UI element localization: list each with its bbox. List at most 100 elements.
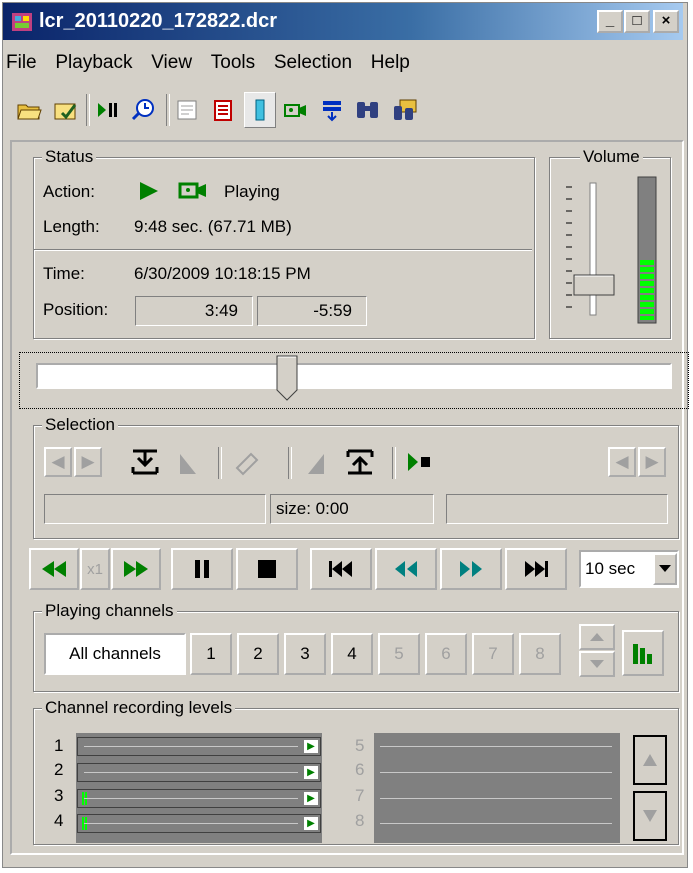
playing-channels-label: Playing channels xyxy=(42,601,177,621)
menu-tools[interactable]: Tools xyxy=(211,52,255,73)
play-selection-icon[interactable] xyxy=(405,448,435,481)
clock-search-icon[interactable] xyxy=(128,92,160,128)
channels-up-button[interactable] xyxy=(579,624,615,650)
stop-button[interactable] xyxy=(236,548,298,590)
menu-selection[interactable]: Selection xyxy=(274,52,352,73)
level-line-7 xyxy=(380,798,612,799)
menu-playback[interactable]: Playback xyxy=(55,52,132,73)
selection-next-button[interactable]: ▶ xyxy=(74,447,102,477)
level-channel-6-label: 6 xyxy=(355,760,365,779)
step-interval-value: 10 sec xyxy=(585,559,636,578)
selection-scroll-right-button[interactable]: ▶ xyxy=(638,447,666,477)
toolbar-separator xyxy=(86,94,90,126)
goto-begin-button[interactable] xyxy=(310,548,372,590)
eraser-icon[interactable] xyxy=(232,448,262,481)
levels-icon[interactable] xyxy=(622,630,664,676)
position-elapsed: 3:49 xyxy=(135,296,253,326)
window-title: lcr_20110220_172822.dcr xyxy=(39,10,278,32)
goto-start-icon[interactable] xyxy=(176,448,202,481)
level-channel-7-label: 7 xyxy=(355,786,365,805)
channel-6-button[interactable]: 6 xyxy=(425,633,467,675)
volume-group-label: Volume xyxy=(580,147,643,167)
channel-8-button[interactable]: 8 xyxy=(519,633,561,675)
level-line-8 xyxy=(380,823,612,824)
menu-file[interactable]: File xyxy=(6,52,37,73)
pause-button[interactable] xyxy=(171,548,233,590)
selection-group-label: Selection xyxy=(42,415,118,435)
close-button[interactable]: × xyxy=(653,10,679,33)
level-channel-1-label: 1 xyxy=(54,736,64,755)
action-value: Playing xyxy=(224,182,280,201)
step-back-button[interactable] xyxy=(375,548,437,590)
open-file-icon[interactable] xyxy=(50,92,82,128)
level-channel-5-label: 5 xyxy=(355,736,365,755)
minimize-button[interactable]: _ xyxy=(597,10,623,33)
step-interval-select[interactable]: 10 sec xyxy=(579,550,679,588)
selection-separator xyxy=(392,447,396,479)
camera-icon[interactable] xyxy=(280,92,312,128)
maximize-button[interactable]: □ xyxy=(624,10,650,33)
level-channel-3-label: 3 xyxy=(54,786,64,805)
notes-icon[interactable] xyxy=(208,92,240,128)
all-channels-button[interactable]: All channels xyxy=(44,633,186,675)
channel-4-button[interactable]: 4 xyxy=(331,633,373,675)
channel-3-button[interactable]: 3 xyxy=(284,633,326,675)
camera-state-icon xyxy=(178,181,210,206)
seek-thumb[interactable] xyxy=(276,355,298,401)
selection-prev-button[interactable]: ◀ xyxy=(44,447,72,477)
play-icon[interactable]: ▶ xyxy=(304,792,318,805)
length-label: Length: xyxy=(43,217,100,236)
selection-separator xyxy=(288,447,292,479)
status-divider xyxy=(34,249,532,251)
channel-icon[interactable] xyxy=(244,92,276,128)
levels-down-button[interactable] xyxy=(633,791,667,841)
level-line-5 xyxy=(380,746,612,747)
channel-5-button[interactable]: 5 xyxy=(378,633,420,675)
menu-bar: File Playback View Tools Selection Help xyxy=(6,52,424,82)
mark-start-icon[interactable] xyxy=(130,448,160,481)
goto-end-button[interactable] xyxy=(505,548,567,590)
channels-down-button[interactable] xyxy=(579,651,615,677)
menu-help[interactable]: Help xyxy=(371,52,410,73)
levels-up-button[interactable] xyxy=(633,735,667,785)
channel-7-button[interactable]: 7 xyxy=(472,633,514,675)
channel-1-button[interactable]: 1 xyxy=(190,633,232,675)
level-channel-4-label: 4 xyxy=(54,811,64,830)
level-meter-1: ▶ xyxy=(77,737,321,756)
selection-scroll-left-button[interactable]: ◀ xyxy=(608,447,636,477)
level-meter-3: ▶ xyxy=(77,789,321,808)
mark-end-icon[interactable] xyxy=(345,448,375,481)
search-camera-icon[interactable] xyxy=(390,92,422,128)
chevron-down-icon[interactable] xyxy=(653,553,677,585)
step-forward-button[interactable] xyxy=(440,548,502,590)
level-channel-2-label: 2 xyxy=(54,760,64,779)
menu-view[interactable]: View xyxy=(151,52,192,73)
properties-icon[interactable] xyxy=(172,92,204,128)
play-state-icon xyxy=(137,178,161,209)
level-line-6 xyxy=(380,772,612,773)
position-label: Position: xyxy=(43,300,109,319)
play-icon[interactable]: ▶ xyxy=(304,817,318,830)
goto-end-icon[interactable] xyxy=(302,448,328,481)
channel-2-button[interactable]: 2 xyxy=(237,633,279,675)
slower-button[interactable] xyxy=(29,548,79,590)
title-bar[interactable]: lcr_20110220_172822.dcr _ □ × xyxy=(3,3,683,40)
recording-levels-label: Channel recording levels xyxy=(42,698,236,718)
seek-slider[interactable] xyxy=(19,352,689,409)
volume-level-meter xyxy=(640,260,654,320)
level-meter-4: ▶ xyxy=(77,814,321,833)
export-icon[interactable] xyxy=(316,92,348,128)
faster-button[interactable] xyxy=(111,548,161,590)
speed-label: x1 xyxy=(80,548,110,590)
play-icon[interactable]: ▶ xyxy=(304,740,318,753)
selection-separator xyxy=(218,447,222,479)
binoculars-icon[interactable] xyxy=(352,92,384,128)
play-icon[interactable]: ▶ xyxy=(304,766,318,779)
play-pause-icon[interactable] xyxy=(92,92,124,128)
time-label: Time: xyxy=(43,264,85,283)
selection-size-field: size: 0:00 xyxy=(270,494,434,524)
selection-end-field xyxy=(446,494,668,524)
open-folder-icon[interactable] xyxy=(14,92,46,128)
levels-right-panel xyxy=(374,733,620,843)
action-label: Action: xyxy=(43,182,95,201)
